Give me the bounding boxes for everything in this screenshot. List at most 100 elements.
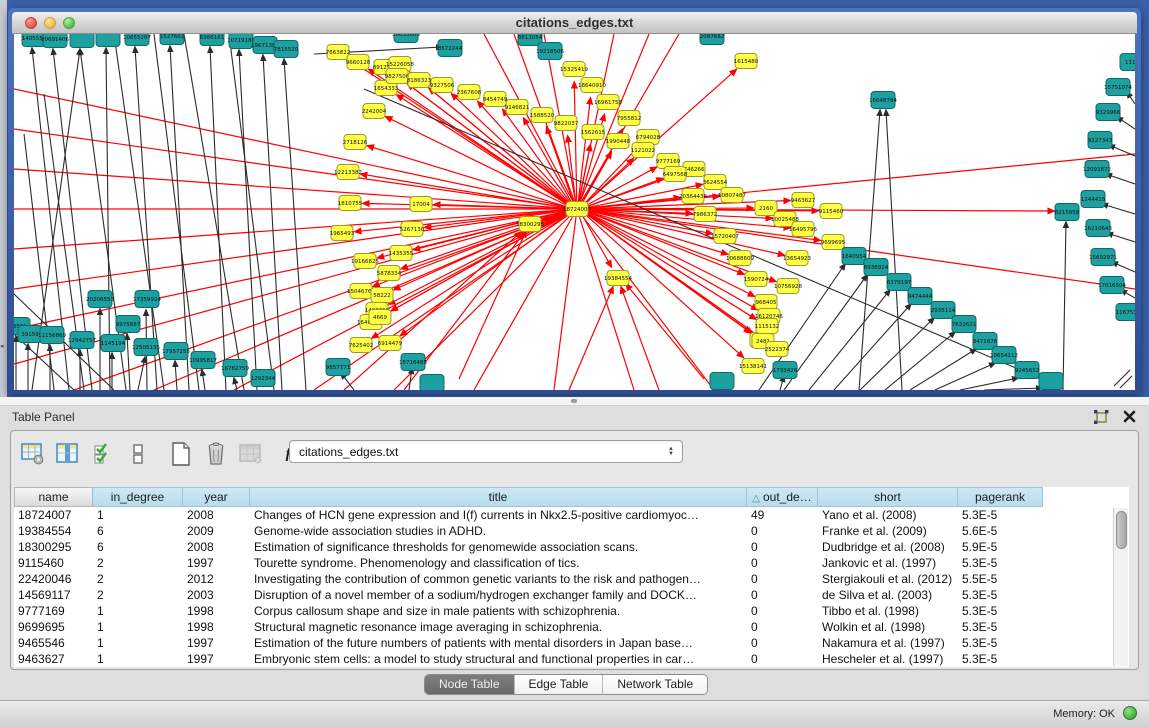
network-node[interactable]: 1810755 [338,196,363,211]
network-node[interactable]: 19218506 [536,43,564,60]
table-row[interactable]: 1830029562008Estimation of significance … [14,539,1129,555]
show-columns-button[interactable] [52,439,84,469]
network-node[interactable]: 2522374 [765,342,790,357]
network-node[interactable]: 9975887 [116,316,141,333]
network-node[interactable]: 9463627 [791,193,816,208]
network-node[interactable]: 1244415 [1081,191,1106,208]
network-node[interactable]: 7986372 [693,207,718,222]
network-node[interactable]: 19166825 [351,254,379,269]
network-node[interactable]: 9699695 [821,235,846,250]
network-node[interactable]: 7955812 [617,111,642,126]
network-node[interactable]: 18640910 [578,78,606,93]
network-node[interactable]: 16782759 [221,360,249,377]
network-node[interactable]: 1588520 [530,108,555,123]
table-selector-dropdown[interactable]: citations_edges.txt ▲▼ [289,440,683,463]
network-node[interactable]: 2718126 [343,135,368,150]
network-node[interactable]: 1121022 [631,143,656,158]
network-node[interactable]: 9857771 [326,359,351,376]
network-node[interactable]: 1615480 [734,54,759,69]
network-node[interactable]: 2087682 [700,34,725,45]
network-node[interactable]: 18724007 [563,202,591,217]
network-node[interactable]: 9822037 [554,116,579,131]
network-node[interactable]: 968405 [755,295,777,310]
column-header-year[interactable]: year [183,487,250,507]
network-node[interactable]: 8938924 [864,259,889,276]
network-node[interactable]: 15751074 [1104,79,1132,96]
close-panel-icon[interactable] [1122,409,1137,424]
network-node[interactable]: 5267130 [400,222,425,237]
network-node[interactable]: 8572244 [438,40,463,57]
scrollbar-thumb[interactable] [1116,511,1127,549]
network-node[interactable]: 10995817 [189,352,217,369]
table-row[interactable]: 946554611997Estimation of the future num… [14,635,1129,651]
network-node[interactable]: 1562615 [581,125,606,140]
network-node[interactable]: 17957255 [162,343,190,360]
network-node[interactable]: 9327506 [430,78,455,93]
network-node[interactable] [96,34,120,47]
table-settings-button[interactable] [17,439,49,469]
network-node[interactable]: 8215958 [1055,204,1080,221]
network-node[interactable]: 13654923 [783,251,811,266]
network-node[interactable]: 20206553 [86,291,114,308]
network-node[interactable]: 10654112 [990,347,1018,364]
network-node[interactable]: 10807487 [718,188,746,203]
network-node[interactable]: 9146821 [505,100,530,115]
network-node[interactable]: 8186323 [407,73,432,88]
table-row[interactable]: 911546021997Tourette syndrome. Phenomeno… [14,555,1129,571]
network-node[interactable]: 19384554 [604,271,632,286]
column-header-short[interactable]: short [818,487,958,507]
network-node[interactable]: 15692971 [1089,249,1117,266]
network-node[interactable]: 12942757 [68,332,96,349]
network-node[interactable]: 15716485 [399,354,427,371]
network-node[interactable]: 1590724 [744,272,769,287]
network-node[interactable]: 1167530 [1116,304,1135,321]
network-node[interactable]: 9329966 [1096,104,1121,121]
network-node[interactable]: 9660128 [346,55,371,70]
network-node[interactable] [710,373,734,390]
delete-column-button[interactable] [200,439,232,469]
table-row[interactable]: 977716911998Corpus callosum shape and si… [14,603,1129,619]
network-node[interactable]: 1527602 [160,34,185,45]
table-row[interactable]: 1456911722003Disruption of a novel membe… [14,587,1129,603]
network-node[interactable]: 18300295 [516,217,544,232]
select-all-button[interactable] [87,439,119,469]
network-node[interactable]: 10756928 [774,279,802,294]
network-node[interactable]: 1117 [1120,54,1135,71]
network-node[interactable]: 11156869 [38,327,66,344]
table-row[interactable]: 2242004622012Investigating the contribut… [14,571,1129,587]
network-node[interactable]: 7632621 [952,316,977,333]
network-node[interactable]: 2242004 [362,104,387,119]
column-header-title[interactable]: title [250,487,747,507]
network-node[interactable]: 58222 [371,288,393,303]
vertical-scrollbar[interactable] [1113,508,1128,666]
network-node[interactable]: 9227343 [1088,132,1113,149]
network-node[interactable]: 7815520 [274,41,299,58]
network-node[interactable]: 1292344 [251,370,276,387]
column-header-pagerank[interactable]: pagerank [958,487,1043,507]
unselect-all-button[interactable] [122,439,154,469]
network-node[interactable]: 16033809 [392,34,420,43]
network-node[interactable]: 17004 [410,197,432,212]
new-column-button[interactable] [165,439,197,469]
network-node[interactable]: 12505135 [132,339,160,356]
network-node[interactable]: 10688609 [726,251,754,266]
network-node[interactable]: 17359924 [133,291,161,308]
network-node[interactable]: 7625402 [349,338,374,353]
table-row[interactable]: 1872400712008Changes of HCN gene express… [14,507,1129,523]
network-node[interactable] [70,34,94,48]
tab-edge-table[interactable]: Edge Table [515,675,604,694]
network-node[interactable]: 20691406 [41,34,69,48]
column-header-in_degree[interactable]: in_degree [93,487,183,507]
float-panel-icon[interactable] [1093,410,1109,424]
panel-collapse-arrow-icon[interactable]: ◂ [0,342,4,350]
network-node[interactable]: 2935114 [931,302,956,319]
network-node[interactable]: 6914479 [378,336,403,351]
network-node[interactable]: 1965493 [330,226,355,241]
network-node[interactable]: 10655287 [123,34,151,46]
network-node[interactable]: 9474444 [908,288,933,305]
network-node[interactable]: 15325419 [560,62,588,77]
network-node[interactable] [420,375,444,391]
column-header-out_de[interactable]: △out_de… [747,487,818,507]
network-window-titlebar[interactable]: citations_edges.txt [12,12,1137,34]
network-node[interactable]: 16648784 [869,92,897,109]
